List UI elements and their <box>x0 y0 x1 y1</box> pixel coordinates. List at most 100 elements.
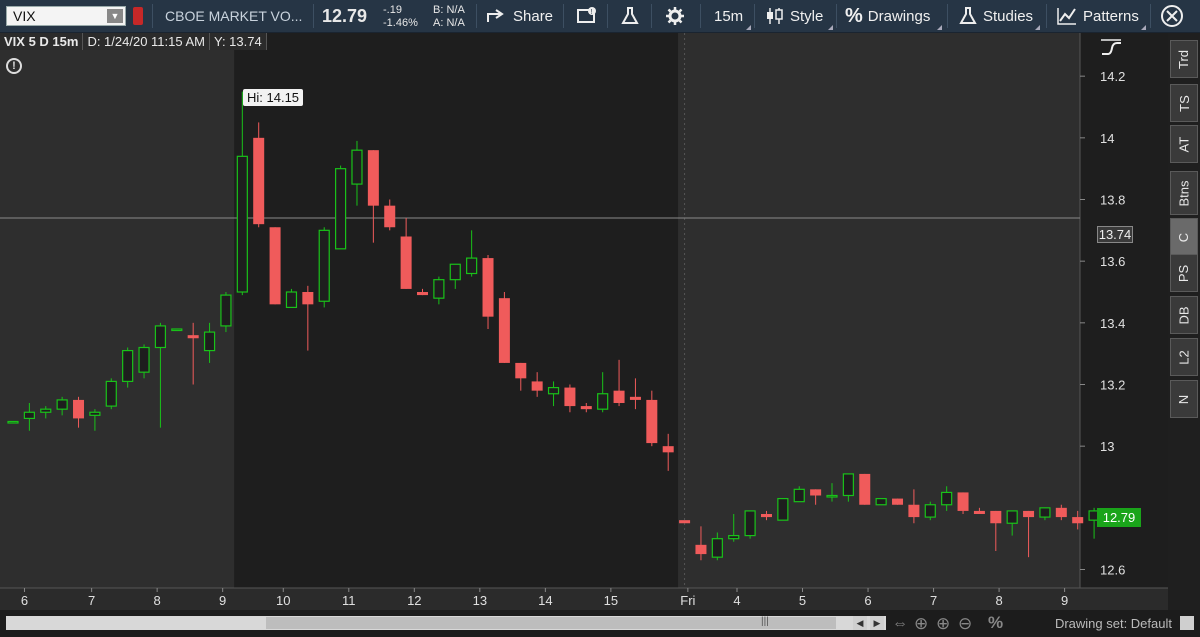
x-tick-label: 11 <box>342 593 356 608</box>
tab-n[interactable]: N <box>1170 380 1198 418</box>
tab-c[interactable]: C <box>1170 218 1198 256</box>
candle-body <box>335 168 347 250</box>
candle-body <box>302 292 314 305</box>
flask-button[interactable] <box>620 0 640 32</box>
share-button[interactable]: Share <box>486 0 553 32</box>
tab-btns[interactable]: Btns <box>1170 171 1198 215</box>
tab-label: N <box>1176 394 1192 404</box>
x-tick-label: 7 <box>930 593 937 608</box>
divider <box>476 4 477 28</box>
candle-body <box>236 155 248 293</box>
expand-chart-icon[interactable] <box>1099 38 1123 56</box>
last-price-tag: 12.79 <box>1097 508 1141 527</box>
candle <box>777 497 789 521</box>
percent-view-icon[interactable]: % <box>988 613 1003 633</box>
x-tick-label: 6 <box>864 593 871 608</box>
candle-body <box>105 380 117 407</box>
candle-body <box>662 446 674 453</box>
symbol-text: VIX <box>13 8 36 24</box>
horizontal-scrollbar[interactable]: ||| <box>6 616 886 630</box>
tab-trd[interactable]: Trd <box>1170 40 1198 78</box>
symbol-selector[interactable]: VIX ▼ <box>6 6 126 26</box>
chart-panel[interactable]: 14.2 14 13.8 13.6 13.4 13.2 13 12.6 6 7 8 9 10 11 12 13… <box>0 33 1168 610</box>
candle-body <box>187 335 199 339</box>
candle <box>253 122 265 228</box>
zoom-in-icon[interactable]: ⊕ <box>936 614 950 634</box>
tab-at[interactable]: AT <box>1170 125 1198 163</box>
candle-body <box>629 396 641 400</box>
symbol-description: CBOE MARKET VO... <box>165 8 303 24</box>
studies-button[interactable]: Studies <box>958 0 1033 32</box>
candlestick-chart[interactable]: 14.2 14 13.8 13.6 13.4 13.2 13 12.6 6 7 8 9 10 11 12 13… <box>0 33 1168 610</box>
candle <box>105 378 117 410</box>
candle-body <box>564 387 576 407</box>
scroll-left-icon[interactable]: ◀ <box>853 616 867 630</box>
candle-body <box>810 489 822 496</box>
extended-hours-region <box>0 33 235 588</box>
tab-label: Btns <box>1176 179 1192 207</box>
candle <box>7 420 19 424</box>
close-button[interactable] <box>1160 0 1184 32</box>
candle <box>924 501 936 521</box>
corner-arrow-icon <box>1141 25 1146 30</box>
candles-icon <box>767 8 783 24</box>
x-tick-label: 13 <box>473 593 487 608</box>
candle-body <box>351 149 363 185</box>
candle <box>122 347 134 388</box>
tab-label: Trd <box>1176 49 1192 69</box>
alert-flag-icon[interactable] <box>133 7 143 25</box>
candle-body <box>892 498 904 505</box>
x-tick-label: 4 <box>733 593 740 608</box>
patterns-button[interactable]: Patterns <box>1056 0 1139 32</box>
chevron-down-icon[interactable]: ▼ <box>107 9 123 23</box>
tab-l2[interactable]: L2 <box>1170 338 1198 376</box>
tab-db[interactable]: DB <box>1170 296 1198 334</box>
tab-label: C <box>1176 232 1192 242</box>
divider <box>947 4 948 28</box>
pan-icon[interactable]: ⇔ <box>892 615 908 633</box>
drawing-set-label[interactable]: Drawing set: Default <box>1055 610 1172 637</box>
candle-body <box>646 399 658 444</box>
candle-body <box>1039 507 1051 518</box>
candle-body <box>695 544 707 555</box>
cursor-y: Y: 13.74 <box>210 33 267 50</box>
timeframe-button[interactable]: 15m <box>714 0 743 32</box>
candle-body <box>1072 517 1084 524</box>
candle-body <box>7 420 19 424</box>
scroll-right-icon[interactable]: ▶ <box>870 616 884 630</box>
drawings-button[interactable]: % Drawings <box>845 0 930 32</box>
candle-body <box>40 408 52 413</box>
x-tick-label: 8 <box>995 593 1002 608</box>
scroll-thumb[interactable] <box>266 617 836 629</box>
tab-ps[interactable]: PS <box>1170 254 1198 292</box>
candle-body <box>154 325 167 349</box>
toolbar: VIX ▼ CBOE MARKET VO... 12.79 -.19 -1.46… <box>0 0 1200 33</box>
candle-body <box>466 257 478 275</box>
divider <box>836 4 837 28</box>
x-tick-label: 12 <box>407 593 421 608</box>
divider <box>313 4 314 28</box>
candle-body <box>826 494 838 498</box>
crosshair-icon[interactable]: ⊕ <box>914 614 928 634</box>
chart-settings-button[interactable]: ! <box>576 0 598 32</box>
tab-ts[interactable]: TS <box>1170 84 1198 122</box>
resize-handle-icon[interactable] <box>1180 616 1194 630</box>
candle-body <box>203 331 216 352</box>
candle-body <box>859 473 871 505</box>
candle-body <box>269 227 281 305</box>
patterns-label: Patterns <box>1083 7 1139 25</box>
alert-icon[interactable]: ! <box>6 58 22 74</box>
x-tick-label: 9 <box>1061 593 1068 608</box>
divider <box>607 4 608 28</box>
candle-body <box>1006 510 1018 524</box>
candle-body <box>253 137 265 225</box>
percent-icon: % <box>845 4 863 27</box>
candle-body <box>842 473 854 497</box>
gear-button[interactable] <box>665 0 685 32</box>
drawings-label: Drawings <box>867 7 931 25</box>
y-tick-label: 13.6 <box>1100 254 1125 269</box>
style-button[interactable]: Style <box>765 0 823 32</box>
y-tick-label: 13.2 <box>1100 378 1125 393</box>
zoom-out-icon[interactable]: ⊖ <box>958 614 972 634</box>
y-tick-label: 14 <box>1100 131 1114 146</box>
